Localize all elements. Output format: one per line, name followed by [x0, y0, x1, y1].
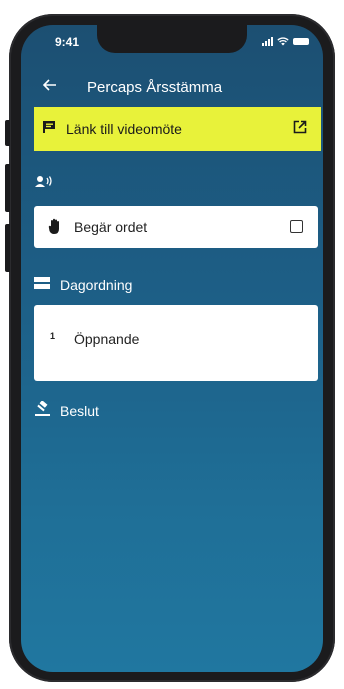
list-icon [34, 276, 50, 293]
video-link-label: Länk till videomöte [66, 121, 182, 137]
raised-hand-icon [48, 218, 63, 240]
volume-down-button [5, 224, 10, 272]
agenda-item-number: 1 [50, 331, 56, 341]
wifi-icon [277, 37, 289, 46]
volume-up-button [5, 164, 10, 212]
back-arrow-icon[interactable] [42, 78, 63, 96]
app-bar: Percaps Årsstämma [21, 71, 323, 103]
decisions-heading: Beslut [60, 402, 99, 419]
flag-icon [42, 120, 56, 139]
signal-icon [262, 37, 273, 46]
app-screen: 9:41 Percaps Årsstämma Länk till videomö… [21, 25, 323, 672]
agenda-item-title: Öppnande [74, 331, 140, 347]
notch [97, 25, 247, 53]
request-word-label: Begär ordet [74, 219, 148, 235]
request-word-checkbox[interactable] [290, 220, 303, 233]
decisions-section[interactable]: Beslut [34, 400, 99, 420]
status-icons [262, 37, 309, 46]
mute-switch [5, 120, 10, 146]
speaker-icon [34, 175, 54, 192]
speaker-section [34, 175, 54, 192]
page-title: Percaps Årsstämma [87, 78, 223, 96]
battery-icon [293, 38, 309, 45]
request-word-card[interactable]: Begär ordet [34, 206, 318, 248]
status-time: 9:41 [55, 35, 80, 49]
agenda-list: 1 Öppnande [34, 305, 318, 381]
agenda-section: Dagordning [34, 276, 132, 293]
open-external-icon[interactable] [293, 120, 307, 139]
agenda-heading: Dagordning [60, 276, 133, 293]
video-link-button[interactable]: Länk till videomöte [34, 107, 321, 151]
gavel-icon [34, 400, 52, 420]
